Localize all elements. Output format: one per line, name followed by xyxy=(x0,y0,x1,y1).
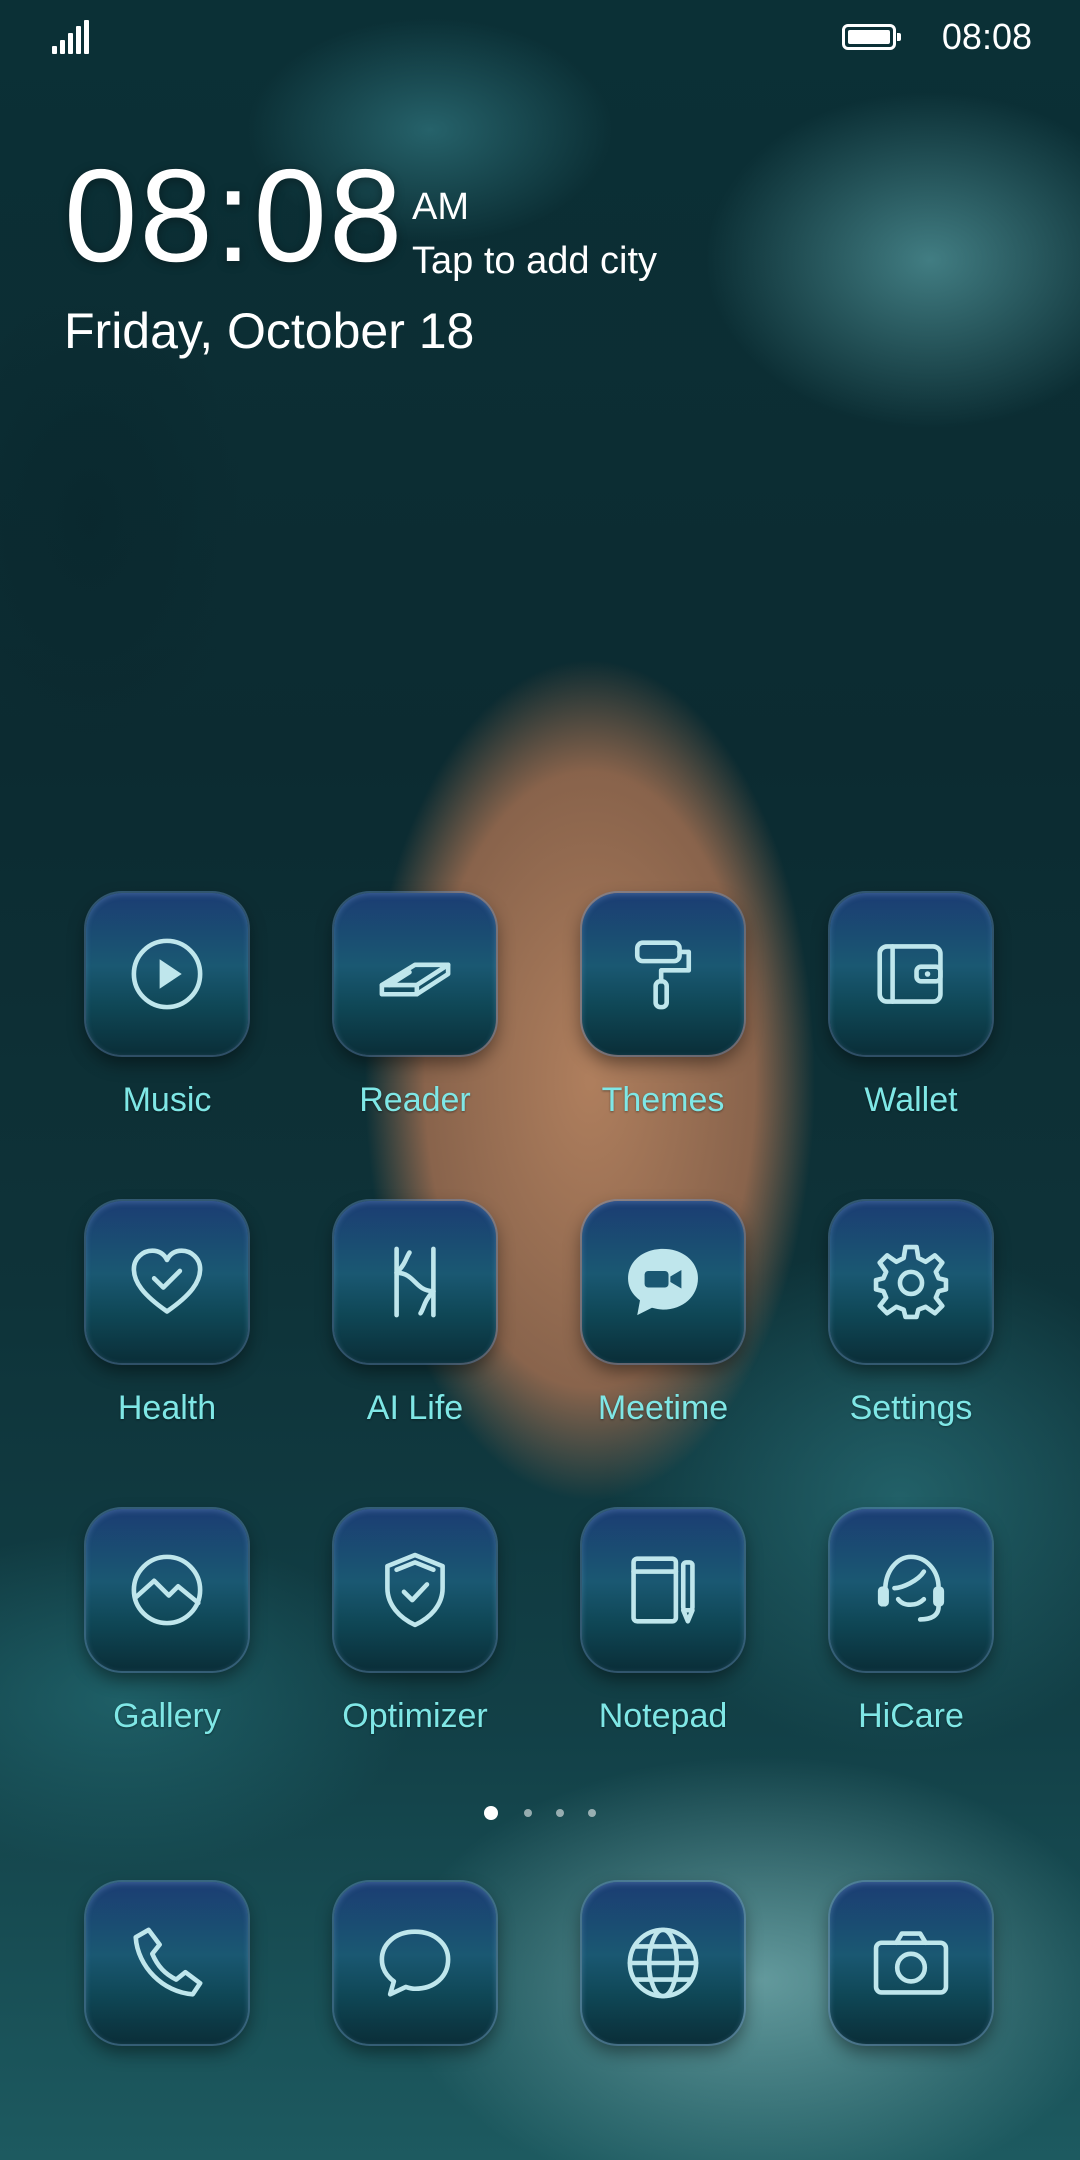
status-time: 08:08 xyxy=(941,16,1032,57)
ai-life-icon xyxy=(334,1201,496,1363)
app-label: AI Life xyxy=(366,1389,464,1427)
headset-icon xyxy=(830,1509,992,1671)
app-music[interactable]: Music xyxy=(57,893,277,1120)
app-reader[interactable]: Reader xyxy=(305,893,525,1120)
signal-icon xyxy=(52,20,90,54)
app-meetime[interactable]: Meetime xyxy=(553,1201,773,1428)
browser-icon xyxy=(582,1882,744,2044)
gallery-icon xyxy=(86,1509,248,1671)
app-label: Wallet xyxy=(864,1081,958,1119)
dock-camera[interactable] xyxy=(801,1882,1021,2044)
add-city-link[interactable]: Tap to add city xyxy=(412,240,657,283)
app-label: Music xyxy=(122,1081,212,1119)
clock-ampm: AM xyxy=(412,186,469,228)
app-label: Gallery xyxy=(113,1697,221,1735)
app-health[interactable]: Health xyxy=(57,1201,277,1428)
dock-phone[interactable] xyxy=(57,1882,277,2044)
app-label: Themes xyxy=(601,1081,725,1119)
gear-icon xyxy=(830,1201,992,1363)
battery-icon xyxy=(842,24,901,50)
app-optimizer[interactable]: Optimizer xyxy=(305,1509,525,1736)
page-dot[interactable] xyxy=(556,1809,564,1817)
app-hicare[interactable]: HiCare xyxy=(801,1509,1021,1736)
app-label: Notepad xyxy=(598,1697,728,1735)
status-bar: 08:08 xyxy=(0,0,1080,76)
page-dot[interactable] xyxy=(524,1809,532,1817)
app-ai-life[interactable]: AI Life xyxy=(305,1201,525,1428)
notepad-icon xyxy=(582,1509,744,1671)
app-wallet[interactable]: Wallet xyxy=(801,893,1021,1120)
page-dot[interactable] xyxy=(588,1809,596,1817)
app-gallery[interactable]: Gallery xyxy=(57,1509,277,1736)
book-icon xyxy=(334,893,496,1055)
heart-check-icon xyxy=(86,1201,248,1363)
page-dot-active[interactable] xyxy=(484,1806,498,1820)
app-label: Reader xyxy=(359,1081,471,1119)
video-chat-icon xyxy=(582,1201,744,1363)
clock-date[interactable]: Friday, October 18 xyxy=(64,302,474,360)
camera-icon xyxy=(830,1882,992,2044)
app-themes[interactable]: Themes xyxy=(553,893,773,1120)
app-label: Health xyxy=(117,1389,217,1427)
app-settings[interactable]: Settings xyxy=(801,1201,1021,1428)
shield-check-icon xyxy=(334,1509,496,1671)
app-label: Meetime xyxy=(597,1389,729,1427)
phone-icon xyxy=(86,1882,248,2044)
app-notepad[interactable]: Notepad xyxy=(553,1509,773,1736)
message-icon xyxy=(334,1882,496,2044)
app-label: Optimizer xyxy=(342,1697,488,1735)
paint-roller-icon xyxy=(582,893,744,1055)
dock-browser[interactable] xyxy=(553,1882,773,2044)
clock-widget-time[interactable]: 08:08 xyxy=(64,150,404,282)
app-label: HiCare xyxy=(858,1697,964,1735)
wallet-icon xyxy=(830,893,992,1055)
app-label: Settings xyxy=(849,1389,973,1427)
dock-messages[interactable] xyxy=(305,1882,525,2044)
play-circle-icon xyxy=(86,893,248,1055)
